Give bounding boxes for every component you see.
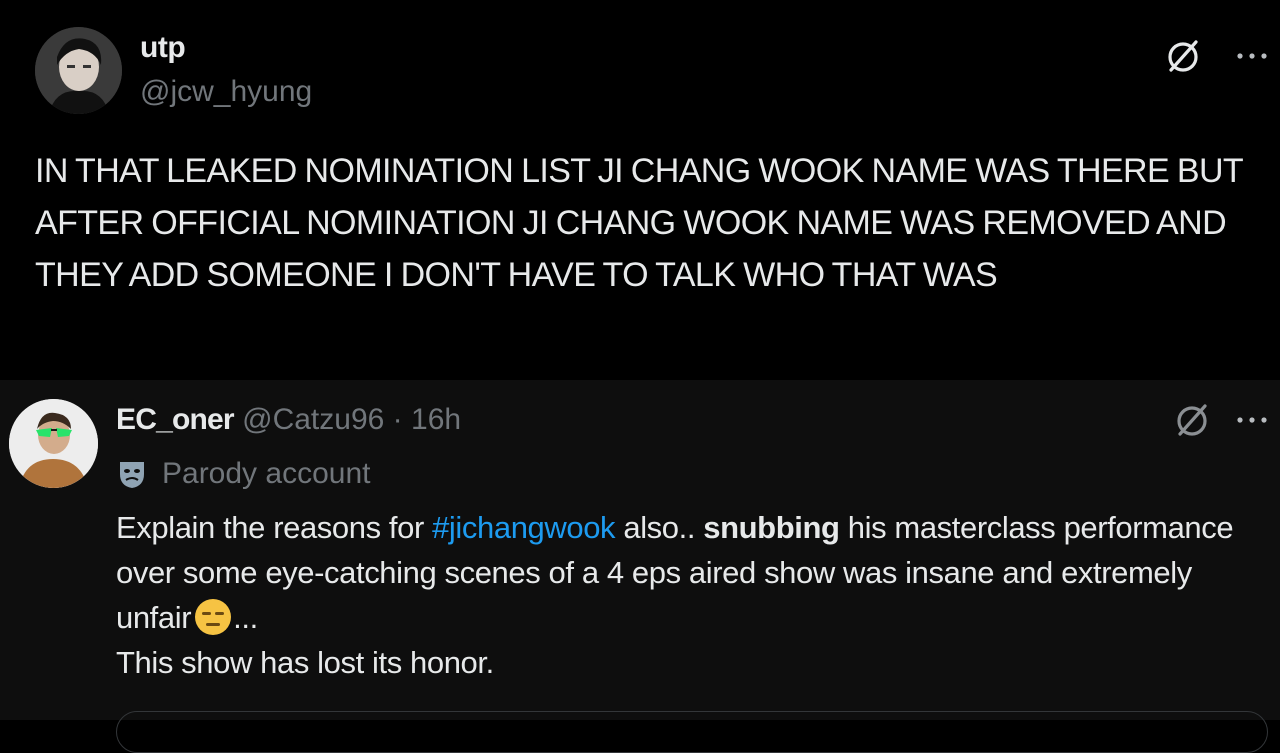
reply-bold-word: snubbing — [703, 510, 840, 545]
parody-account-label: Parody account — [162, 457, 371, 490]
reply-text: Explain the reasons for #jichangwook als… — [116, 505, 1266, 685]
post-author-avatar[interactable] — [35, 27, 122, 114]
expressionless-face-emoji-icon — [195, 599, 232, 635]
reply-author-avatar[interactable] — [9, 399, 98, 488]
reply-text-part: ... — [233, 600, 258, 635]
main-post: utp @jcw_hyung IN THAT LEAKED NOMINATION… — [0, 0, 1280, 380]
hashtag-link[interactable]: #jichangwook — [432, 510, 615, 545]
reply-text-part: also.. — [615, 510, 704, 545]
avatar-photo-icon — [35, 27, 122, 114]
post-author-handle[interactable]: @jcw_hyung — [140, 74, 312, 110]
parody-label-row: Parody account — [116, 456, 370, 492]
theater-mask-icon — [120, 462, 144, 488]
grok-icon[interactable] — [1172, 400, 1212, 440]
reply-text-part: Explain the reasons for — [116, 510, 433, 545]
post-text: IN THAT LEAKED NOMINATION LIST JI CHANG … — [35, 152, 1243, 294]
separator-dot: · — [392, 403, 403, 436]
quote-card-edge — [116, 711, 1268, 753]
reply-timestamp[interactable]: 16h — [411, 403, 461, 436]
post-author-name[interactable]: utp — [140, 30, 186, 66]
more-options-icon[interactable] — [1232, 406, 1272, 434]
reply-author-handle[interactable]: @Catzu96 — [242, 403, 384, 436]
avatar-photo-icon — [9, 399, 98, 488]
reply-header: EC_oner @Catzu96 · 16h — [116, 402, 461, 438]
reply-post[interactable]: EC_oner @Catzu96 · 16h Parody account Ex… — [0, 380, 1280, 720]
grok-icon[interactable] — [1163, 36, 1203, 76]
reply-author-name[interactable]: EC_oner — [116, 403, 235, 436]
reply-second-line: This show has lost its honor. — [116, 645, 494, 680]
more-options-icon[interactable] — [1232, 42, 1272, 70]
